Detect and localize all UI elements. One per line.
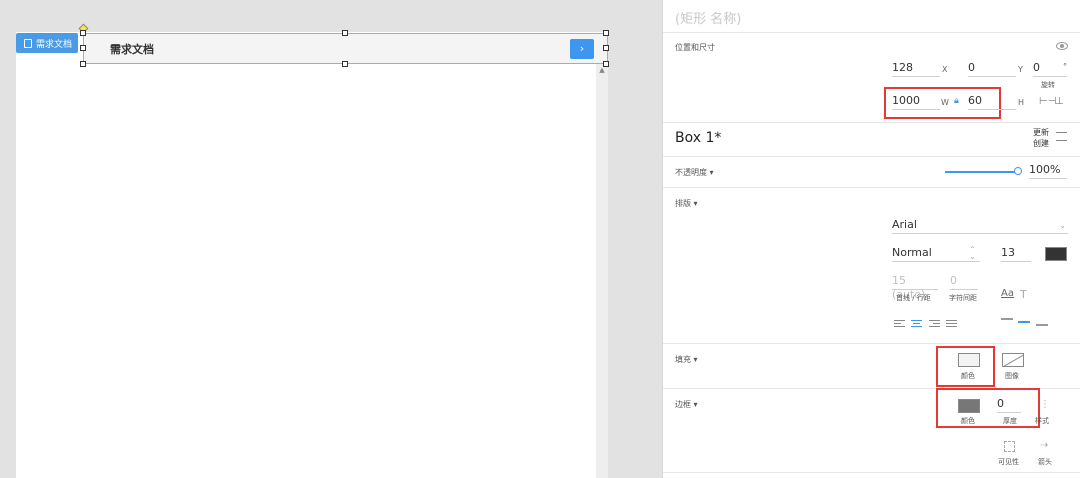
resize-handle-tr[interactable] (603, 30, 609, 36)
border-thickness-label: 厚度 (1003, 417, 1017, 425)
chevron-down-icon: ⌄ (1059, 221, 1066, 230)
border-highlight (936, 388, 1040, 428)
resize-handle-br[interactable] (603, 61, 609, 67)
canvas-page[interactable] (16, 32, 608, 478)
letter-spacing-input[interactable]: 0 (950, 274, 978, 290)
rotation-input[interactable]: 0 (1033, 61, 1067, 77)
text-shadow-icon[interactable]: T (1020, 288, 1027, 301)
opacity-label[interactable]: 不透明度 ▾ (675, 167, 714, 178)
align-right-icon[interactable] (929, 320, 940, 328)
scroll-up-icon[interactable]: ▲ (598, 66, 606, 74)
page-tag[interactable]: 需求文档 (16, 33, 78, 53)
divider (663, 122, 1080, 123)
letter-spacing-label: 字符间距 (949, 294, 977, 302)
resize-handle-right[interactable] (603, 45, 609, 51)
arrow-label: 箭头 (1038, 458, 1052, 466)
resize-handle-bottom[interactable] (342, 61, 348, 67)
lock-icon[interactable]: 🔒︎ (954, 96, 959, 106)
border-style-label: 样式 (1035, 417, 1049, 425)
align-center-icon[interactable] (911, 320, 922, 328)
stepper-icon: ⌃ ⌄ (969, 245, 976, 261)
border-style-icon[interactable]: ⋮ (1040, 399, 1050, 410)
y-unit: Y (1018, 65, 1023, 74)
divider (663, 156, 1080, 157)
font-size-input[interactable]: 13 (1001, 246, 1031, 262)
fill-color-label: 颜色 (961, 372, 975, 380)
valign-middle-icon[interactable] (1018, 321, 1030, 329)
valign-bottom-icon[interactable] (1036, 324, 1048, 332)
box-title: 需求文档 (110, 43, 154, 56)
x-unit: X (942, 65, 948, 74)
visibility-icon[interactable] (1004, 441, 1015, 452)
box-name: Box 1* (675, 130, 722, 146)
visibility-label: 可见性 (998, 458, 1019, 466)
create-label: 创建 (1033, 139, 1049, 148)
selected-box-widget[interactable]: 需求文档 › (83, 33, 608, 64)
line-height-label: 首线 / 行距 (896, 294, 931, 302)
canvas-area[interactable]: ▲ 需求文档 需求文档 › (0, 0, 662, 478)
page-tag-label: 需求文档 (36, 39, 73, 50)
fill-label[interactable]: 填充 ▾ (675, 354, 698, 365)
inspector-panel: (矩形 名称) 位置和尺寸 128 X 0 Y 0 ° 旋转 1000 W 🔒︎… (662, 0, 1080, 478)
top-strip (0, 0, 662, 32)
app-window: ▲ 需求文档 需求文档 › (矩形 名称) 位置和尺寸 128 X 0 Y 0 … (0, 0, 1080, 478)
resize-handle-top[interactable] (342, 30, 348, 36)
y-input[interactable]: 0 (968, 61, 1016, 77)
x-input[interactable]: 128 (892, 61, 940, 77)
align-left-icon[interactable] (894, 320, 905, 328)
font-weight-select[interactable]: Normal ⌃ ⌄ (892, 246, 980, 262)
valign-top-icon[interactable] (1001, 318, 1013, 326)
fit-width-icon[interactable]: ⊢⊣ (1039, 96, 1056, 107)
border-color-swatch[interactable] (958, 399, 980, 413)
rotation-unit: ° (1063, 62, 1067, 71)
resize-handle-tl[interactable] (80, 30, 86, 36)
page-icon (24, 38, 32, 48)
typography-label[interactable]: 排版 ▾ (675, 198, 698, 209)
divider (663, 187, 1080, 188)
border-label[interactable]: 边框 ▾ (675, 399, 698, 410)
fill-image-swatch[interactable] (1002, 353, 1024, 367)
update-create-button[interactable]: 更新 创建 (1033, 127, 1049, 149)
resize-handle-left[interactable] (80, 45, 86, 51)
eye-icon[interactable] (1056, 42, 1068, 50)
font-weight-value: Normal (892, 246, 932, 259)
update-label: 更新 (1033, 128, 1049, 137)
font-family-value: Arial (892, 218, 917, 231)
vertical-scrollbar[interactable] (596, 64, 608, 478)
fill-color-swatch[interactable] (958, 353, 980, 367)
position-size-label: 位置和尺寸 (675, 43, 715, 52)
shape-name-input[interactable]: (矩形 名称) (675, 8, 741, 27)
text-case-icon[interactable]: Aa (1001, 288, 1014, 299)
opacity-slider-knob[interactable] (1014, 167, 1022, 175)
divider (663, 343, 1080, 344)
opacity-input[interactable]: 100% (1029, 163, 1067, 179)
w-unit: W (941, 98, 949, 107)
style-edit-icon[interactable] (1056, 132, 1067, 141)
rotation-label: 旋转 (1041, 81, 1055, 89)
divider (663, 472, 1080, 473)
width-input[interactable]: 1000 (892, 94, 940, 110)
box-next-button[interactable]: › (570, 39, 594, 59)
height-input[interactable]: 60 (968, 94, 1016, 110)
line-height-input[interactable]: 15 (auto) (892, 274, 938, 301)
resize-handle-bl[interactable] (80, 61, 86, 67)
arrow-style-icon[interactable]: ⇢ (1040, 440, 1048, 451)
font-family-select[interactable]: Arial ⌄ (892, 218, 1068, 234)
font-color-swatch[interactable] (1045, 247, 1067, 261)
border-thickness-input[interactable]: 0 (997, 397, 1021, 413)
canvas-gutter (608, 32, 662, 478)
opacity-slider-track[interactable] (945, 171, 1017, 173)
border-color-label: 颜色 (961, 417, 975, 425)
fill-image-label: 图像 (1005, 372, 1019, 380)
divider (663, 32, 1080, 33)
h-unit: H (1018, 98, 1025, 107)
align-justify-icon[interactable] (946, 320, 957, 328)
fit-height-icon[interactable]: ⊥ (1055, 96, 1064, 107)
